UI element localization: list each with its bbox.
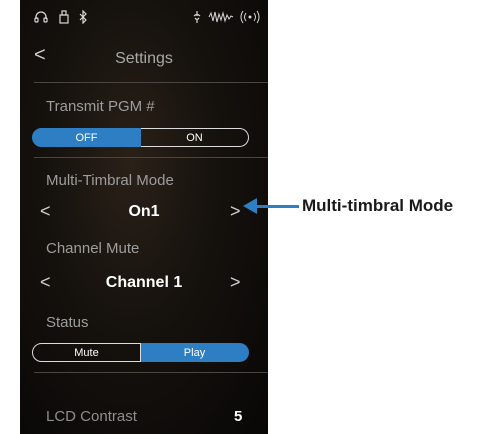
status-label: Status	[46, 314, 89, 331]
wave-icon	[208, 10, 234, 27]
top-bar: < Settings	[20, 44, 268, 78]
transmit-pgm-label: Transmit PGM #	[46, 98, 155, 115]
usb-icon	[58, 10, 70, 27]
transmit-pgm-off-button[interactable]: OFF	[32, 128, 141, 147]
lcd-contrast-label: LCD Contrast	[46, 408, 137, 425]
status-bar	[20, 0, 268, 42]
divider	[34, 372, 268, 373]
metronome-icon	[192, 10, 202, 27]
status-mute-button[interactable]: Mute	[32, 343, 141, 362]
channel-mute-next-button[interactable]: >	[230, 272, 241, 293]
headphones-icon	[34, 10, 48, 27]
divider	[34, 82, 268, 83]
lcd-contrast-value: 5	[234, 408, 243, 425]
phone-screen: < Settings Transmit PGM # OFF ON Multi-T…	[20, 0, 268, 434]
callout-line	[254, 205, 299, 208]
status-play-button[interactable]: Play	[141, 343, 249, 362]
status-toggle: Mute Play	[32, 343, 249, 362]
channel-mute-selector: < Channel 1 >	[20, 270, 268, 296]
multi-timbral-label: Multi-Timbral Mode	[46, 172, 174, 189]
page-title: Settings	[115, 50, 173, 67]
channel-mute-label: Channel Mute	[46, 240, 140, 257]
callout-label: Multi-timbral Mode	[302, 196, 454, 215]
transmit-pgm-on-button[interactable]: ON	[141, 128, 249, 147]
multi-timbral-selector: < On1 >	[20, 199, 268, 225]
transmit-pgm-toggle: OFF ON	[32, 128, 249, 147]
wireless-icon	[240, 10, 260, 27]
bluetooth-icon	[78, 9, 88, 27]
divider	[34, 157, 268, 158]
multi-timbral-next-button[interactable]: >	[230, 201, 241, 222]
